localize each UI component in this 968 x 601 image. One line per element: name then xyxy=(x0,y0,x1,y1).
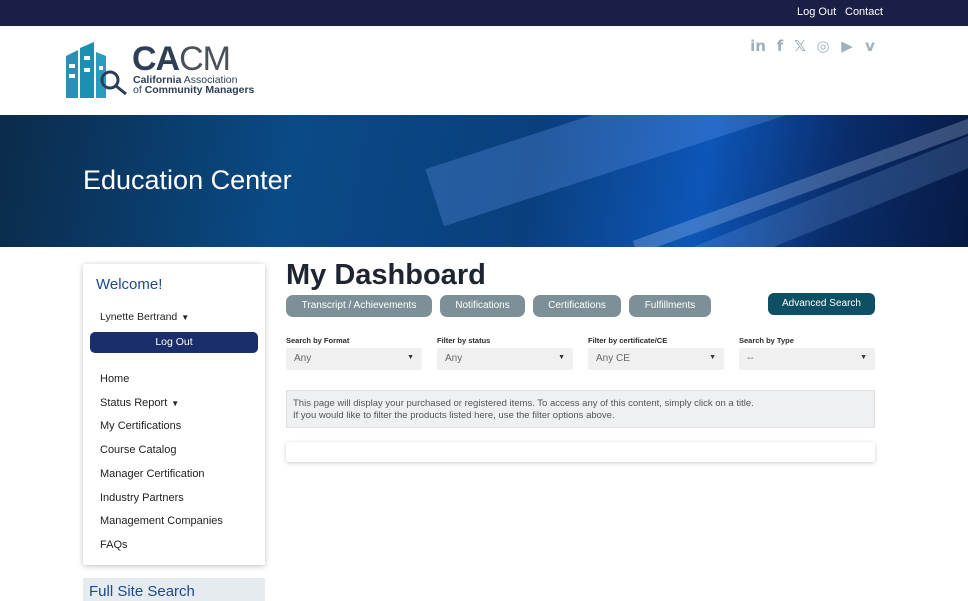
chevron-down-icon: ▼ xyxy=(171,399,180,408)
site-header: CACM California Association of Community… xyxy=(0,26,968,115)
sidebar-item-management-companies[interactable]: Management Companies xyxy=(100,515,223,527)
sidebar-item-my-certifications[interactable]: My Certifications xyxy=(100,420,181,432)
user-menu[interactable]: Lynette Bertrand ▼ xyxy=(100,311,189,323)
x-icon[interactable]: 𝕏 xyxy=(792,38,808,54)
page-title: My Dashboard xyxy=(286,259,486,291)
chevron-down-icon: ▼ xyxy=(407,354,414,361)
logout-link[interactable]: Log Out xyxy=(797,6,836,18)
logo-tagline-line2: of Community Managers xyxy=(133,84,255,96)
full-site-search-panel: Full Site Search xyxy=(83,578,265,601)
chevron-down-icon: ▼ xyxy=(709,354,716,361)
tab-transcript-achievements[interactable]: Transcript / Achievements xyxy=(286,295,432,317)
sidebar-item-status-report[interactable]: Status Report ▼ xyxy=(100,397,179,409)
certificate-filter-select[interactable]: Any CE ▼ xyxy=(588,348,724,370)
logout-button[interactable]: Log Out xyxy=(90,332,258,353)
vimeo-icon[interactable]: v xyxy=(862,38,878,54)
sidebar-item-faqs[interactable]: FAQs xyxy=(100,539,128,551)
chevron-down-icon: ▼ xyxy=(181,313,190,322)
tab-notifications[interactable]: Notifications xyxy=(440,295,525,317)
sidebar-item-course-catalog[interactable]: Course Catalog xyxy=(100,444,176,456)
sidebar-item-home[interactable]: Home xyxy=(100,373,129,385)
youtube-icon[interactable]: ▶ xyxy=(839,38,855,54)
info-line-2: If you would like to filter the products… xyxy=(293,410,615,421)
status-filter-label: Filter by status xyxy=(437,336,491,345)
status-filter-value: Any xyxy=(445,353,463,364)
format-filter-select[interactable]: Any ▼ xyxy=(286,348,422,370)
hero-title: Education Center xyxy=(83,165,292,195)
top-bar: Log Out Contact xyxy=(0,0,968,26)
facebook-icon[interactable]: f xyxy=(772,38,788,54)
contact-link[interactable]: Contact xyxy=(845,6,883,18)
hero-banner: Education Center xyxy=(0,115,968,247)
username-label: Lynette Bertrand xyxy=(100,311,178,323)
advanced-search-button[interactable]: Advanced Search xyxy=(768,293,875,315)
cacm-logo-icon[interactable] xyxy=(66,42,130,100)
sidebar: Welcome! Lynette Bertrand ▼ Log Out Home … xyxy=(83,264,265,565)
welcome-heading: Welcome! xyxy=(96,276,163,293)
info-message: This page will display your purchased or… xyxy=(286,390,875,428)
format-filter-value: Any xyxy=(294,353,312,364)
results-list xyxy=(286,442,875,462)
certificate-filter-label: Filter by certificate/CE xyxy=(588,336,668,345)
sidebar-item-label: Status Report xyxy=(100,397,168,409)
tab-certifications[interactable]: Certifications xyxy=(533,295,621,317)
info-line-1: This page will display your purchased or… xyxy=(293,398,754,409)
tab-fulfillments[interactable]: Fulfillments xyxy=(629,295,711,317)
type-filter-label: Search by Type xyxy=(739,336,794,345)
status-filter-select[interactable]: Any ▼ xyxy=(437,348,573,370)
full-site-search-heading: Full Site Search xyxy=(89,583,195,600)
sidebar-item-industry-partners[interactable]: Industry Partners xyxy=(100,492,184,504)
chevron-down-icon: ▼ xyxy=(860,354,867,361)
type-filter-select[interactable]: -- ▼ xyxy=(739,348,875,370)
format-filter-label: Search by Format xyxy=(286,336,350,345)
instagram-icon[interactable]: ◎ xyxy=(815,38,831,54)
linkedin-icon[interactable]: in xyxy=(750,38,766,54)
sidebar-item-manager-certification[interactable]: Manager Certification xyxy=(100,468,205,480)
type-filter-value: -- xyxy=(747,353,754,364)
chevron-down-icon: ▼ xyxy=(558,354,565,361)
certificate-filter-value: Any CE xyxy=(596,353,630,364)
